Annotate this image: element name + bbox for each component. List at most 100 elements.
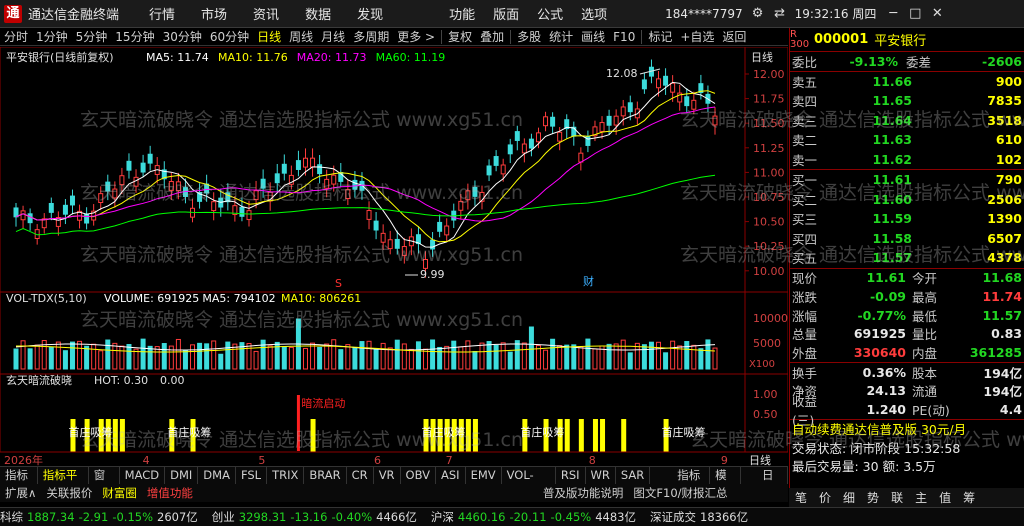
candle-body[interactable] — [578, 152, 584, 163]
buy-order-row[interactable]: 买四 11.58 6507 — [790, 229, 1024, 249]
candle-body[interactable] — [239, 206, 245, 217]
candle-body[interactable] — [112, 188, 118, 199]
user-account[interactable]: 184****7797 — [665, 7, 742, 21]
swap-icon[interactable]: ⇄ — [769, 4, 791, 24]
candle-body[interactable] — [140, 162, 146, 173]
indicator-tab[interactable]: EMV — [466, 467, 502, 484]
candle-body[interactable] — [691, 99, 697, 110]
candle-body[interactable] — [599, 122, 605, 132]
candle-body[interactable] — [310, 157, 316, 168]
menu-item[interactable]: 选项 — [581, 4, 607, 23]
index-label[interactable]: 科综 — [0, 509, 23, 525]
candle-body[interactable] — [458, 200, 464, 211]
candle-body[interactable] — [324, 178, 330, 189]
candle-body[interactable] — [345, 189, 351, 200]
candle-body[interactable] — [472, 187, 478, 197]
indicator-tab[interactable]: FSL — [236, 467, 268, 484]
candle-body[interactable] — [514, 131, 520, 141]
candle-body[interactable] — [352, 179, 358, 190]
candle-body[interactable] — [606, 115, 612, 126]
indicator-tab[interactable]: 指标A — [0, 467, 38, 499]
indicator-tab[interactable]: WR — [586, 467, 616, 484]
candle-body[interactable] — [211, 201, 217, 212]
candle-body[interactable] — [48, 202, 54, 213]
quote-tab[interactable]: 值 — [939, 489, 951, 506]
toolbar-button[interactable]: 叠加 — [476, 28, 508, 45]
candle-body[interactable] — [550, 116, 556, 127]
candle-body[interactable] — [373, 220, 379, 231]
toolbar-button[interactable]: 15分钟 — [111, 28, 158, 45]
extension-tab[interactable]: 增值功能 — [142, 485, 198, 502]
minimize-icon[interactable]: ─ — [882, 4, 904, 24]
candle-body[interactable] — [62, 204, 68, 215]
index-label[interactable]: 沪深 — [431, 509, 454, 525]
indicator-tab[interactable]: ASI — [436, 467, 466, 484]
candle-body[interactable] — [260, 178, 266, 189]
extension-tab[interactable]: 图文F10/财报汇总 — [628, 485, 732, 502]
candle-body[interactable] — [401, 246, 407, 256]
candle-body[interactable] — [366, 210, 372, 220]
candle-body[interactable] — [684, 96, 690, 107]
toolbar-button[interactable]: 30分钟 — [159, 28, 206, 45]
candle-body[interactable] — [168, 181, 174, 191]
candle-body[interactable] — [13, 207, 19, 218]
quote-tab[interactable]: 笔 — [795, 489, 807, 506]
candle-body[interactable] — [295, 160, 301, 170]
toolbar-button[interactable]: +自选 — [676, 28, 718, 45]
menu-item[interactable]: 市场 — [201, 4, 227, 23]
menu-item[interactable]: 公式 — [537, 4, 563, 23]
candle-body[interactable] — [430, 239, 436, 250]
sell-order-row[interactable]: 卖五 11.66 900 — [790, 72, 1024, 92]
indicator-tab[interactable]: 窗口 — [89, 467, 120, 499]
candle-body[interactable] — [274, 173, 280, 184]
candle-body[interactable] — [670, 82, 676, 93]
candle-body[interactable] — [380, 232, 386, 243]
maximize-icon[interactable]: □ — [904, 4, 926, 24]
candle-body[interactable] — [620, 106, 626, 117]
kline-chart[interactable]: 平安银行(日线前复权) MA5: 11.74 MA10: 11.76 MA20: 11… — [0, 47, 788, 466]
toolbar-button[interactable]: 多周期 — [349, 28, 393, 45]
close-icon[interactable]: ✕ — [926, 4, 948, 24]
candle-body[interactable] — [557, 131, 563, 142]
sell-order-row[interactable]: 卖四 11.65 7835 — [790, 91, 1024, 111]
candle-body[interactable] — [105, 181, 111, 192]
toolbar-button[interactable]: 日线 — [253, 28, 285, 45]
candle-body[interactable] — [98, 193, 104, 204]
toolbar-button[interactable]: 60分钟 — [206, 28, 253, 45]
candle-body[interactable] — [500, 164, 506, 175]
candle-body[interactable] — [437, 221, 443, 232]
indicator-tab[interactable]: CR — [347, 467, 374, 484]
candle-body[interactable] — [444, 225, 450, 236]
toolbar-button[interactable]: 更多 > — [393, 28, 439, 45]
toolbar-button[interactable]: 1分钟 — [32, 28, 72, 45]
indicator-tab[interactable]: VOL-TDX — [502, 467, 556, 499]
indicator-tab[interactable]: TRIX — [267, 467, 305, 484]
buy-order-row[interactable]: 买三 11.59 1390 — [790, 209, 1024, 229]
candle-body[interactable] — [656, 78, 662, 89]
toolbar-button[interactable]: 返回 — [718, 28, 750, 45]
candle-body[interactable] — [20, 210, 26, 221]
candle-body[interactable] — [253, 190, 259, 201]
indicator-tab[interactable]: DMA — [198, 467, 236, 484]
candle-body[interactable] — [302, 157, 308, 168]
toolbar-button[interactable]: 5分钟 — [72, 28, 112, 45]
extension-tab[interactable]: 财富圈 — [97, 485, 142, 502]
sell-order-row[interactable]: 卖二 11.63 610 — [790, 130, 1024, 150]
extension-tab[interactable]: 关联报价 — [41, 485, 97, 502]
candle-body[interactable] — [317, 164, 323, 175]
menu-item[interactable]: 版面 — [493, 4, 519, 23]
index-label[interactable]: 深证成交 — [650, 509, 696, 525]
quote-tab[interactable]: 势 — [867, 489, 879, 506]
quote-tab[interactable]: 价 — [819, 489, 831, 506]
candle-body[interactable] — [126, 160, 132, 171]
candle-body[interactable] — [712, 115, 718, 126]
index-label[interactable]: 创业 — [212, 509, 235, 525]
promo-banner[interactable]: 自动续费通达信普及版 30元/月 — [790, 420, 1024, 440]
candle-body[interactable] — [331, 174, 337, 185]
quote-tab[interactable]: 主 — [915, 489, 927, 506]
candle-body[interactable] — [486, 165, 492, 176]
buy-order-row[interactable]: 买一 11.61 790 — [790, 170, 1024, 190]
indicator-tab[interactable]: 日线 — [757, 467, 788, 499]
candle-body[interactable] — [175, 181, 181, 192]
candle-body[interactable] — [281, 163, 287, 174]
